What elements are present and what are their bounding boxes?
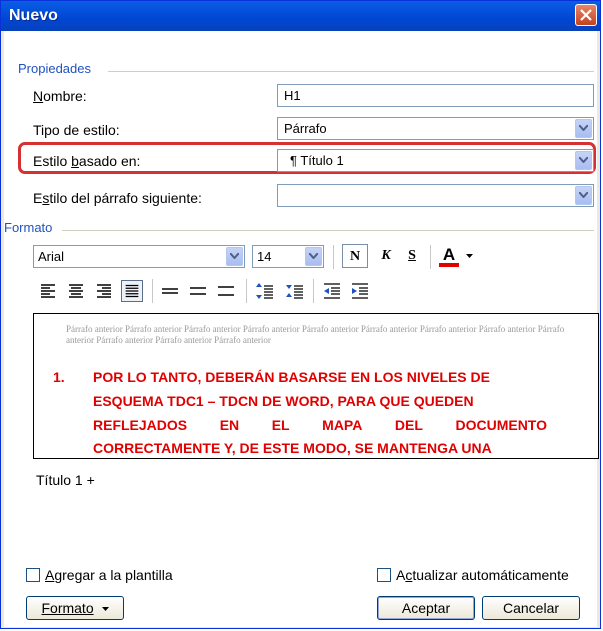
font-color-swatch [439, 263, 459, 267]
font-value: Arial [38, 249, 65, 264]
single-spacing-icon[interactable] [159, 280, 181, 302]
space-before-increase-icon[interactable] [254, 280, 276, 302]
caret-down-icon [101, 607, 109, 612]
chevron-down-icon [579, 125, 588, 131]
preview-line: CORRECTAMENTE Y, DE ESTE MODO, SE MANTEN… [93, 440, 547, 456]
estilo-siguiente-label: Estilo del párrafo siguiente: [33, 190, 202, 206]
style-preview: Párrafo anterior Párrafo anterior Párraf… [33, 313, 599, 459]
formato-group-label: Formato [4, 220, 53, 235]
dropdown-button[interactable] [226, 247, 243, 266]
dialog-body: Propiedades Nombre: H1 Tipo de estilo: P… [4, 31, 599, 627]
toolbar-separator [430, 245, 431, 269]
decrease-indent-icon[interactable] [321, 280, 343, 302]
align-center-icon[interactable] [65, 280, 87, 302]
actualizar-auto-label[interactable]: Actualizar automáticamente [396, 567, 569, 583]
preview-word: POR LO TANTO, DEBERÁN BASARSE EN LOS NIV… [93, 369, 490, 385]
toolbar-separator [246, 279, 247, 303]
space-before-decrease-icon[interactable] [284, 280, 306, 302]
aceptar-button[interactable]: Aceptar [377, 596, 475, 620]
double-spacing-icon[interactable] [215, 280, 237, 302]
dropdown-button[interactable] [305, 247, 322, 266]
tipo-estilo-label: Tipo de estilo: [33, 122, 120, 138]
align-left-icon[interactable] [37, 280, 59, 302]
preview-word: EL [271, 417, 290, 433]
font-color-button[interactable]: A [437, 243, 461, 267]
align-justify-icon[interactable] [121, 280, 143, 302]
toolbar-separator [333, 245, 334, 269]
group-divider [108, 71, 594, 72]
estilo-siguiente-select[interactable] [277, 184, 594, 207]
propiedades-group-label: Propiedades [18, 61, 91, 76]
dropdown-button[interactable] [575, 151, 592, 170]
close-button[interactable] [575, 4, 597, 26]
nombre-label: Nombre: [33, 88, 87, 104]
underline-button[interactable]: S [402, 244, 422, 268]
preview-word: DOCUMENTO [455, 417, 547, 433]
style-description: Título 1 + [36, 472, 95, 488]
italic-button[interactable]: K [376, 244, 396, 268]
font-select[interactable]: Arial [33, 245, 245, 268]
group-divider [62, 230, 594, 231]
align-right-icon[interactable] [93, 280, 115, 302]
chevron-down-icon [309, 253, 318, 259]
agregar-plantilla-label[interactable]: Agregar a la plantilla [45, 567, 173, 583]
dialog-window: Nuevo Propiedades Nombre: H1 Tipo de est… [0, 0, 601, 629]
preview-word: EN [219, 417, 240, 433]
dropdown-button[interactable] [575, 186, 592, 205]
estilo-basado-label: Estilo basado en: [33, 153, 141, 169]
cancelar-button[interactable]: Cancelar [482, 596, 580, 620]
font-size-select[interactable]: 14 [252, 245, 324, 268]
actualizar-auto-checkbox[interactable] [377, 568, 391, 582]
preview-word: CORRECTAMENTE Y, DE ESTE MODO, SE MANTEN… [93, 440, 492, 456]
font-size-value: 14 [257, 249, 272, 264]
estilo-basado-value: ¶ Título 1 [290, 153, 344, 168]
preview-line: REFLEJADOS EN EL MAPA DEL DOCUMENTO [93, 417, 547, 433]
preview-line: ESQUEMA TDC1 – TDCN DE WORD, PARA QUE QU… [93, 393, 547, 409]
formato-menu-button[interactable]: Formato [26, 596, 124, 620]
estilo-basado-select[interactable]: ¶ Título 1 [277, 149, 594, 172]
dialog-title: Nuevo [9, 7, 58, 24]
chevron-down-icon [579, 192, 588, 198]
dropdown-button[interactable] [575, 119, 592, 138]
preview-word: REFLEJADOS [93, 417, 188, 433]
previous-paragraph-text: Párrafo anterior Párrafo anterior Párraf… [66, 324, 565, 345]
caret-down-icon[interactable] [466, 254, 473, 258]
agregar-plantilla-checkbox[interactable] [26, 568, 40, 582]
preview-word: MAPA [322, 417, 363, 433]
preview-line: POR LO TANTO, DEBERÁN BASARSE EN LOS NIV… [93, 369, 547, 385]
title-bar[interactable]: Nuevo [1, 1, 600, 31]
preview-word: DEL [394, 417, 423, 433]
formato-button-label: Formato [41, 600, 94, 616]
font-color-letter: A [442, 245, 456, 264]
chevron-down-icon [230, 253, 239, 259]
list-number: 1. [53, 369, 65, 385]
tipo-estilo-value: Párrafo [284, 121, 327, 136]
close-icon [580, 9, 592, 21]
nombre-input[interactable]: H1 [277, 84, 594, 107]
tipo-estilo-select[interactable]: Párrafo [277, 117, 594, 140]
bold-button[interactable]: N [342, 244, 368, 268]
chevron-down-icon [579, 157, 588, 163]
increase-indent-icon[interactable] [349, 280, 371, 302]
one-half-spacing-icon[interactable] [187, 280, 209, 302]
preview-word: ESQUEMA TDC1 – TDCN DE WORD, PARA QUE QU… [93, 393, 474, 409]
toolbar-separator [313, 279, 314, 303]
toolbar-separator [152, 279, 153, 303]
